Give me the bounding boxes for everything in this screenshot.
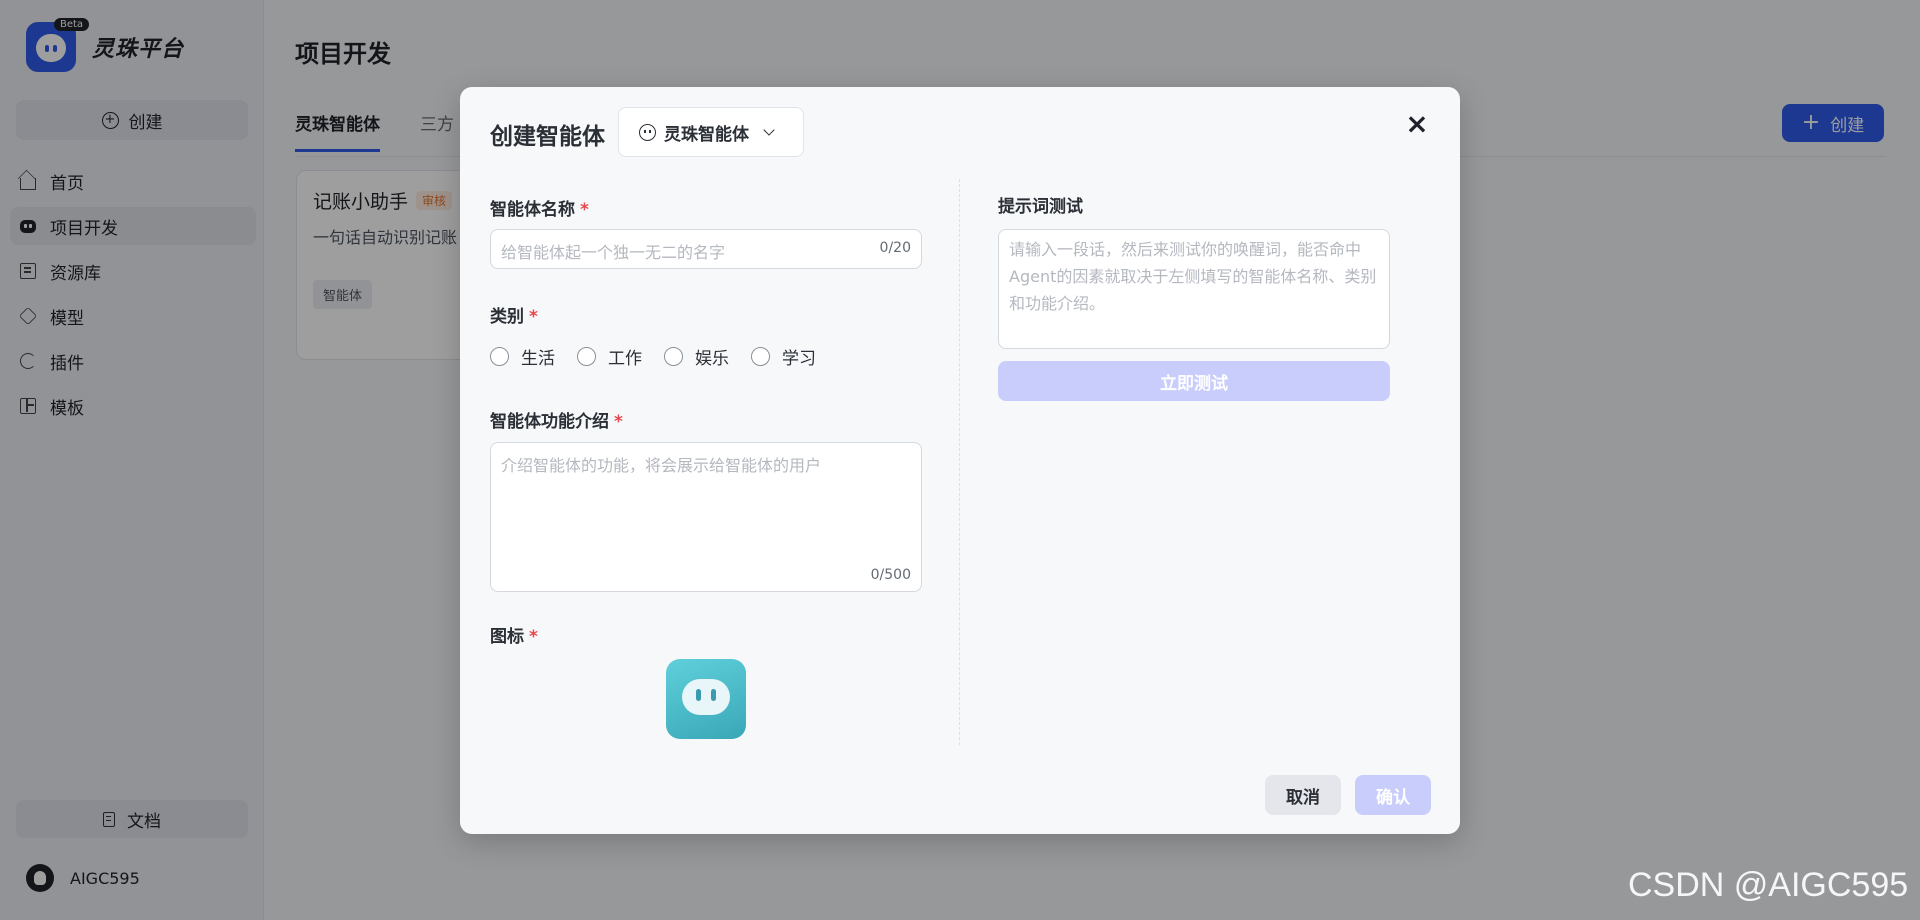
radio-label: 生活 (521, 349, 555, 369)
prompt-test-textarea[interactable]: 请输入一段话，然后来测试你的唤醒词，能否命中Agent的因素就取决于左侧填写的智… (998, 229, 1390, 349)
radio-life[interactable]: 生活 (490, 344, 555, 369)
icon-label: 图标 * (490, 627, 538, 647)
radio-label: 工作 (608, 349, 642, 369)
prompt-test-label: 提示词测试 (998, 197, 1083, 217)
cancel-button[interactable]: 取消 (1265, 775, 1341, 815)
close-icon[interactable]: × (1402, 109, 1432, 139)
radio-work[interactable]: 工作 (577, 344, 642, 369)
name-placeholder: 给智能体起一个独一无二的名字 (501, 243, 726, 262)
agent-name-input[interactable]: 给智能体起一个独一无二的名字 0/20 (490, 229, 922, 269)
description-counter: 0/500 (870, 567, 911, 583)
agent-type-select[interactable]: 灵珠智能体 (618, 107, 804, 157)
test-now-button[interactable]: 立即测试 (998, 361, 1390, 401)
required-mark: * (529, 627, 538, 647)
radio-label: 学习 (782, 349, 816, 369)
radio-circle[interactable] (577, 347, 596, 366)
description-label: 智能体功能介绍 * (490, 412, 623, 432)
agent-face-icon (639, 123, 656, 141)
required-mark: * (614, 412, 623, 432)
prompt-placeholder: 请输入一段话，然后来测试你的唤醒词，能否命中Agent的因素就取决于左侧填写的智… (1009, 240, 1377, 313)
name-label: 智能体名称 * (490, 200, 589, 220)
description-placeholder: 介绍智能体的功能，将会展示给智能体的用户 (501, 456, 822, 475)
category-label: 类别 * (490, 307, 538, 327)
radio-study[interactable]: 学习 (751, 344, 816, 369)
category-radio-group: 生活 工作 娱乐 学习 (490, 344, 838, 369)
agent-description-textarea[interactable]: 介绍智能体的功能，将会展示给智能体的用户 0/500 (490, 442, 922, 592)
required-mark: * (580, 200, 589, 220)
radio-label: 娱乐 (695, 349, 729, 369)
agent-type-value: 灵珠智能体 (664, 124, 749, 145)
radio-circle[interactable] (664, 347, 683, 366)
required-mark: * (529, 307, 538, 327)
agent-avatar-icon[interactable] (666, 659, 746, 739)
name-counter: 0/20 (879, 240, 911, 256)
radio-circle[interactable] (490, 347, 509, 366)
radio-entertainment[interactable]: 娱乐 (664, 344, 729, 369)
chevron-down-icon (763, 124, 775, 136)
column-divider (959, 179, 960, 745)
radio-circle[interactable] (751, 347, 770, 366)
watermark: CSDN @AIGC595 (1628, 866, 1909, 904)
dialog-title: 创建智能体 (490, 124, 605, 150)
create-agent-dialog: 创建智能体 灵珠智能体 × 智能体名称 * 给智能体起一个独一无二的名字 0/20… (460, 87, 1460, 834)
confirm-button[interactable]: 确认 (1355, 775, 1431, 815)
